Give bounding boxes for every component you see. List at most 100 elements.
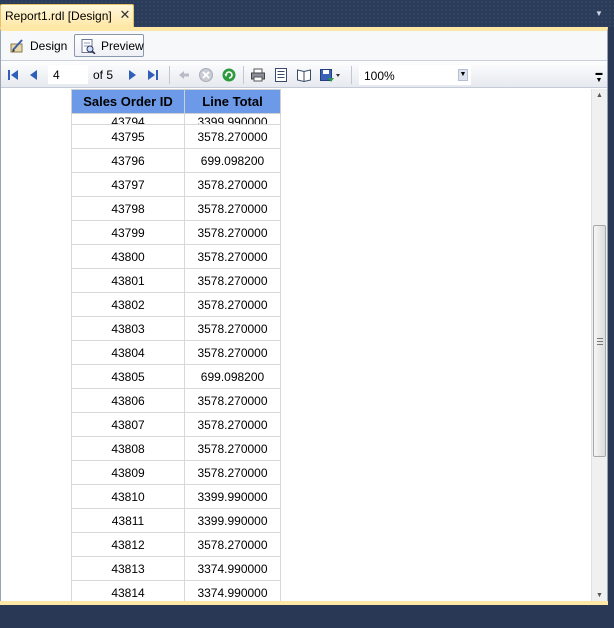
scroll-up-icon[interactable]: ▲ [592,89,607,103]
cell-line-total: 3578.270000 [184,268,281,293]
table-row: 43802 3578.270000 [71,292,281,317]
cell-line-total: 3399.990000 [184,508,281,533]
cell-line-total: 3578.270000 [184,244,281,269]
table-row: 43800 3578.270000 [71,244,281,269]
grip-icon [597,338,603,345]
table-body: 43794 3399.990000 43795 3578.270000 43796 6… [71,113,281,603]
print-layout-icon[interactable] [273,67,289,83]
cell-text: 3399.990000 [197,115,268,125]
cell-sales-order-id: 43809 [71,460,185,485]
view-tab-bar: Design Preview [1,31,607,61]
table-row: 43810 3399.990000 [71,484,281,509]
cell-sales-order-id: 43798 [71,196,185,221]
cell-line-total: 3578.270000 [184,292,281,317]
of-label: of [93,68,104,82]
toolbar-separator [351,66,352,84]
table-header-row: Sales Order ID Line Total [71,89,281,114]
cell-line-total: 3578.270000 [184,388,281,413]
document-tab-report1[interactable]: Report1.rdl [Design] ✕ [0,4,134,27]
cell-line-total: 3578.270000 [184,124,281,149]
refresh-icon[interactable] [221,67,237,83]
table-row: 43811 3399.990000 [71,508,281,533]
report-table: Sales Order ID Line Total 43794 3399.990… [71,89,281,603]
total-pages: 5 [106,68,114,82]
toolbar-overflow-icon[interactable]: ▬ ▼ [595,70,603,84]
cell-line-total: 699.098200 [184,148,281,173]
table-row: 43804 3578.270000 [71,340,281,365]
table-row: 43814 3374.990000 [71,580,281,603]
table-row: 43812 3578.270000 [71,532,281,557]
cell-sales-order-id: 43799 [71,220,185,245]
preview-icon [80,38,96,55]
cell-sales-order-id: 43804 [71,340,185,365]
cell-line-total: 3374.990000 [184,556,281,581]
back-icon[interactable] [176,67,192,83]
cell-line-total: 3399.990000 [184,113,281,125]
print-icon[interactable] [250,67,266,83]
toolbar-separator [169,66,170,84]
zoom-select[interactable]: 100% [359,65,471,85]
previous-page-icon[interactable] [26,67,42,83]
cell-sales-order-id: 43812 [71,532,185,557]
cell-line-total: 3578.270000 [184,316,281,341]
tab-menu-dropdown-icon[interactable]: ▼ [594,10,604,18]
vertical-scrollbar[interactable]: ▲ ▼ [591,89,607,603]
cell-sales-order-id: 43808 [71,436,185,461]
table-row: 43809 3578.270000 [71,460,281,485]
cell-sales-order-id: 43806 [71,388,185,413]
table-row: 43807 3578.270000 [71,412,281,437]
cell-sales-order-id: 43794 [71,113,185,125]
table-row: 43798 3578.270000 [71,196,281,221]
cell-line-total: 3578.270000 [184,340,281,365]
document-tab-strip: Report1.rdl [Design] ✕ ▼ [0,0,614,27]
cell-sales-order-id: 43803 [71,316,185,341]
cell-line-total: 699.098200 [184,364,281,389]
cell-sales-order-id: 43800 [71,244,185,269]
cell-sales-order-id: 43802 [71,292,185,317]
design-icon [9,38,25,54]
next-page-icon[interactable] [124,67,140,83]
last-page-icon[interactable] [145,67,161,83]
tab-design[interactable]: Design [4,34,72,57]
first-page-icon[interactable] [5,67,21,83]
cell-sales-order-id: 43810 [71,484,185,509]
export-icon[interactable] [319,67,343,83]
table-row: 43796 699.098200 [71,148,281,173]
cell-line-total: 3578.270000 [184,436,281,461]
zoom-dropdown-arrow-icon[interactable]: ▼ [458,69,468,81]
cell-sales-order-id: 43801 [71,268,185,293]
table-row: 43805 699.098200 [71,364,281,389]
cell-text: 43794 [111,115,145,125]
cell-sales-order-id: 43811 [71,508,185,533]
cell-sales-order-id: 43796 [71,148,185,173]
close-icon[interactable]: ✕ [119,8,131,21]
stop-icon[interactable] [198,67,214,83]
cell-sales-order-id: 43795 [71,124,185,149]
cell-sales-order-id: 43807 [71,412,185,437]
column-header-sales-order-id: Sales Order ID [71,89,185,114]
page-setup-icon[interactable] [296,67,312,83]
toolbar-separator [243,66,244,84]
cell-sales-order-id: 43814 [71,580,185,603]
report-designer-window: Design Preview of 5 [0,27,608,605]
scrollbar-thumb[interactable] [593,225,606,457]
cell-line-total: 3578.270000 [184,172,281,197]
tab-preview-label: Preview [101,38,144,53]
table-row: 43794 3399.990000 [71,113,281,125]
table-row: 43806 3578.270000 [71,388,281,413]
table-row: 43803 3578.270000 [71,316,281,341]
table-row: 43801 3578.270000 [71,268,281,293]
page-count-label: of 5 [93,68,113,82]
current-page-input[interactable] [48,65,88,84]
table-row: 43808 3578.270000 [71,436,281,461]
cell-sales-order-id: 43813 [71,556,185,581]
document-tab-title: Report1.rdl [Design] [5,9,112,23]
tab-preview[interactable]: Preview [74,34,144,57]
cell-line-total: 3578.270000 [184,220,281,245]
cell-line-total: 3374.990000 [184,580,281,603]
tab-design-label: Design [30,38,68,53]
report-preview-area[interactable]: Sales Order ID Line Total 43794 3399.990… [1,89,591,603]
window-bottom-border [0,601,608,605]
table-row: 43795 3578.270000 [71,124,281,149]
cell-sales-order-id: 43805 [71,364,185,389]
